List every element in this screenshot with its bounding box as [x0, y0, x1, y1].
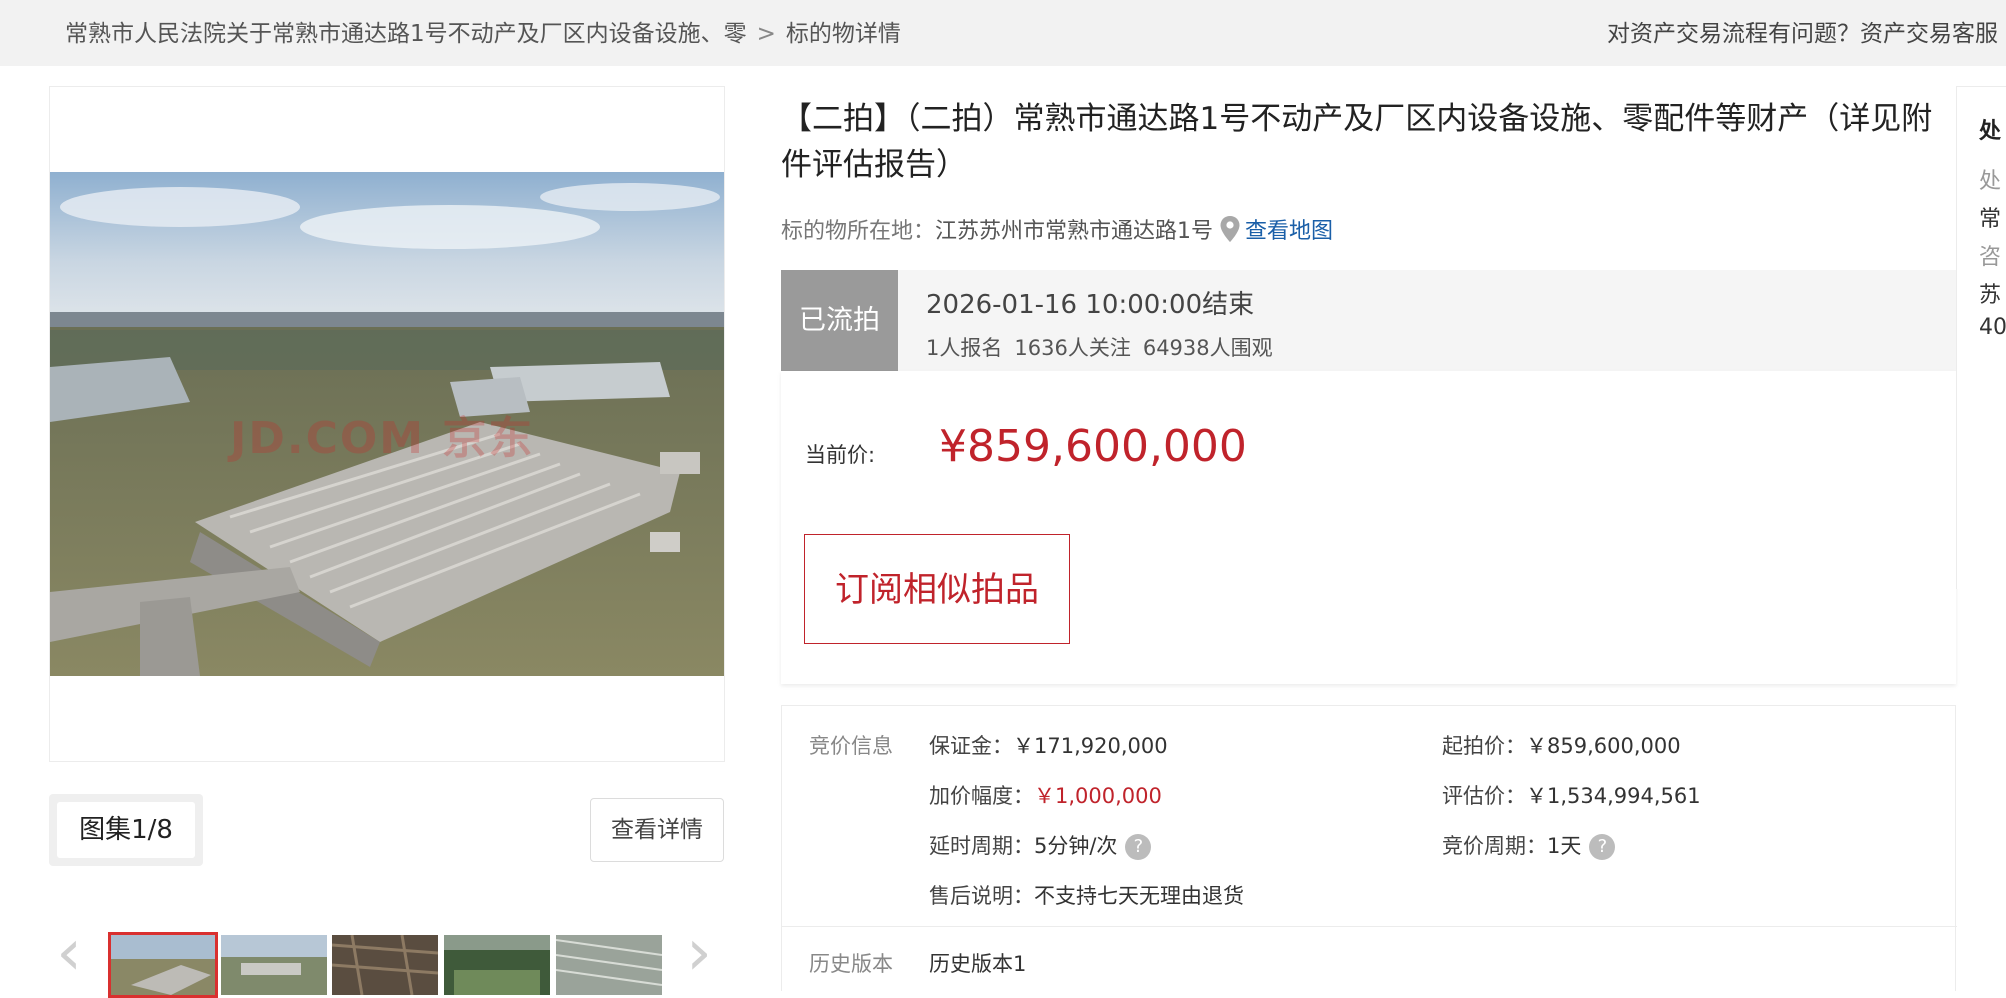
history-version-link[interactable]: 历史版本1 — [929, 948, 1026, 978]
thumbnail-5[interactable] — [556, 935, 662, 995]
disposal-card-heading: 处 — [1979, 119, 2002, 144]
thumbnail-image — [332, 935, 438, 995]
thumbnail-3[interactable] — [332, 935, 438, 995]
increment-label: 加价幅度： — [929, 784, 1034, 808]
start-price-label: 起拍价： — [1442, 734, 1526, 758]
disposal-info-card: 处 处 常 咨 苏 40 — [1956, 86, 2006, 589]
appraisal-field: 评估价：￥1,534,994,561 — [1442, 780, 1701, 810]
chevron-left-icon[interactable]: ‹ — [49, 915, 89, 991]
main-image-frame: JD.COM 京东 — [49, 86, 725, 762]
bid-info-panel: 竞价信息 保证金：￥171,920,000 起拍价：￥859,600,000 加… — [781, 705, 1957, 991]
photo-watermark: JD.COM 京东 — [230, 413, 535, 464]
thumbnail-image — [221, 935, 327, 995]
auction-status-row: 已流拍 2026-01-16 10:00:00结束 1人报名 1636人关注 649… — [781, 270, 1956, 371]
bid-period-field: 竞价周期：1天? — [1442, 830, 1616, 860]
increment-field: 加价幅度：￥1,000,000 — [929, 780, 1162, 810]
status-badge: 已流拍 — [781, 270, 898, 371]
delay-period-value: 5分钟/次 — [1034, 834, 1118, 858]
deposit-field: 保证金：￥171,920,000 — [929, 730, 1168, 760]
thumbnail-4[interactable] — [444, 935, 550, 995]
customer-service-help[interactable]: 对资产交易流程有问题？资产交易客服 — [1607, 14, 1998, 48]
history-section-label: 历史版本 — [809, 952, 893, 976]
increment-value: ￥1,000,000 — [1034, 784, 1162, 808]
view-map-link[interactable]: 查看地图 — [1245, 219, 1333, 244]
subscribe-similar-button[interactable]: 订阅相似拍品 — [804, 534, 1070, 644]
disposal-card-label: 处 — [1979, 169, 2002, 194]
help-question-icon[interactable]: ? — [1125, 834, 1152, 860]
map-pin-icon — [1219, 215, 1241, 249]
item-location: 标的物所在地：江苏苏州市常熟市通达路1号 查看地图 — [781, 213, 1333, 249]
thumbnail-image — [111, 935, 215, 995]
item-title: 【二拍】（二拍）常熟市通达路1号不动产及厂区内设备设施、零配件等财产（详见附件评… — [781, 101, 1933, 183]
deposit-value: ￥171,920,000 — [1013, 734, 1168, 758]
location-label: 标的物所在地： — [781, 219, 936, 244]
appraisal-value: ￥1,534,994,561 — [1526, 784, 1701, 808]
price-panel: 当前价: ¥859,600,000 订阅相似拍品 — [781, 371, 1956, 684]
delay-period-label: 延时周期： — [929, 834, 1034, 858]
location-address: 江苏苏州市常熟市通达路1号 — [935, 219, 1214, 244]
album-counter-label: 图集1/8 — [57, 802, 195, 858]
consult-card-phone: 40 — [1979, 315, 2006, 340]
start-price-value: ￥859,600,000 — [1526, 734, 1681, 758]
thumbnail-image — [556, 935, 662, 995]
thumbnail-1[interactable] — [108, 932, 218, 998]
breadcrumb-separator: > — [756, 21, 776, 47]
follower-count: 1636人关注 — [1014, 336, 1131, 360]
consult-card-value: 苏 — [1979, 283, 2002, 308]
breadcrumb-court-link[interactable]: 常熟市人民法院关于常熟市通达路1号不动产及厂区内设备设施、零 — [65, 21, 747, 47]
section-divider — [782, 926, 1957, 927]
current-price-value: ¥859,600,000 — [939, 421, 1247, 472]
end-time: 2026-01-16 10:00:00结束 — [926, 290, 1255, 320]
bid-info-section-label: 竞价信息 — [809, 734, 893, 758]
top-bar: 常熟市人民法院关于常熟市通达路1号不动产及厂区内设备设施、零 > 标的物详情 对资产… — [0, 0, 2006, 66]
thumbnail-image — [444, 935, 550, 995]
start-price-field: 起拍价：￥859,600,000 — [1442, 730, 1681, 760]
after-sale-value: 不支持七天无理由退货 — [1034, 884, 1244, 908]
consult-card-label: 咨 — [1979, 245, 2002, 270]
after-sale-field: 售后说明：不支持七天无理由退货 — [929, 880, 1244, 910]
auction-stats: 1人报名 1636人关注 64938人围观 — [926, 332, 1285, 362]
thumbnail-strip: ‹ › — [49, 915, 729, 998]
view-details-button[interactable]: 查看详情 — [590, 798, 724, 862]
delay-period-field: 延时周期：5分钟/次? — [929, 830, 1152, 860]
appraisal-label: 评估价： — [1442, 784, 1526, 808]
breadcrumb-current: 标的物详情 — [785, 21, 901, 47]
viewer-count: 64938人围观 — [1142, 336, 1273, 360]
thumbnail-2[interactable] — [221, 935, 327, 995]
bid-period-label: 竞价周期： — [1442, 834, 1547, 858]
help-question-icon[interactable]: ? — [1589, 834, 1616, 860]
after-sale-label: 售后说明： — [929, 884, 1034, 908]
chevron-right-icon[interactable]: › — [679, 915, 719, 991]
album-counter[interactable]: 图集1/8 — [49, 794, 203, 866]
disposal-card-value: 常 — [1979, 207, 2002, 232]
current-price-label: 当前价: — [805, 443, 876, 467]
deposit-label: 保证金： — [929, 734, 1013, 758]
bid-period-value: 1天 — [1547, 834, 1582, 858]
signup-count: 1人报名 — [926, 336, 1003, 360]
main-photo[interactable]: JD.COM 京东 — [50, 172, 724, 676]
breadcrumb: 常熟市人民法院关于常熟市通达路1号不动产及厂区内设备设施、零 > 标的物详情 — [65, 14, 901, 48]
